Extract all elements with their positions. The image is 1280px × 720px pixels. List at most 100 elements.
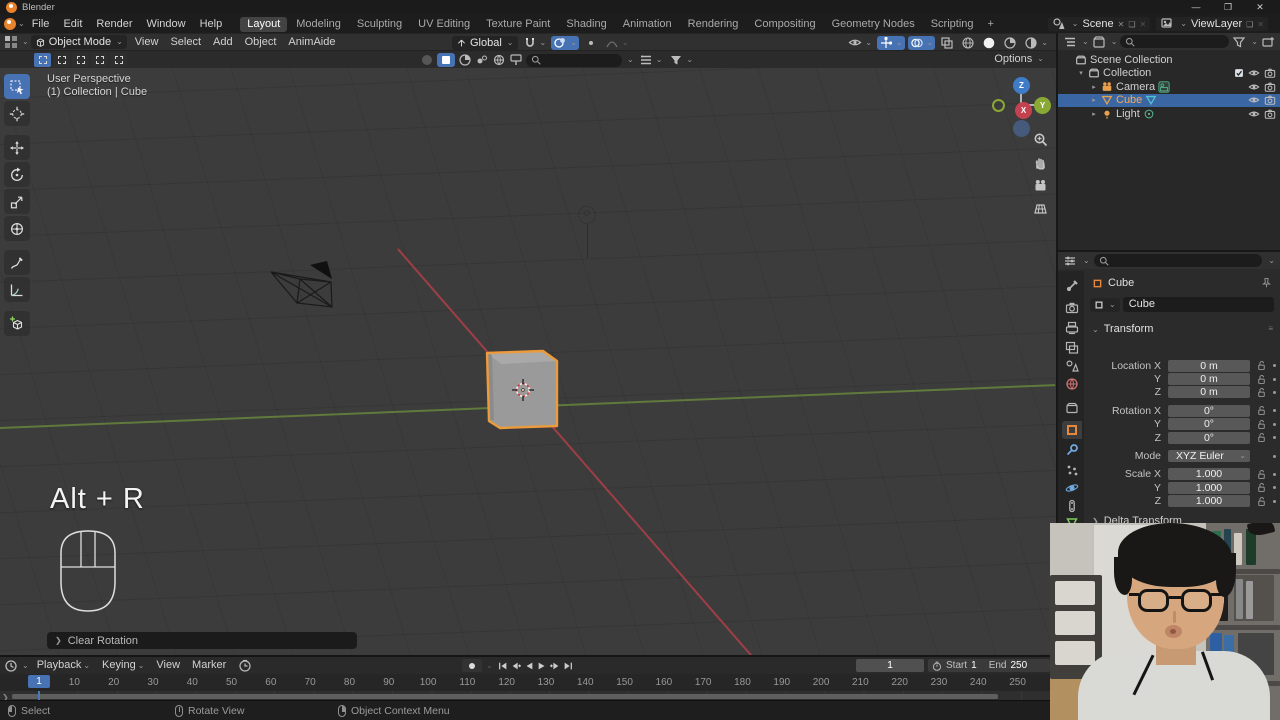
gizmos-toggle[interactable]: ⌄ (877, 36, 905, 50)
outliner-row-scene-collection[interactable]: Scene Collection (1058, 53, 1280, 67)
properties-tab-physics[interactable] (1062, 479, 1082, 497)
render-cam-icon[interactable] (1264, 108, 1276, 120)
navigation-gizmo[interactable]: Z Y X (992, 76, 1054, 138)
properties-tab-collection[interactable] (1062, 399, 1082, 417)
eye-icon[interactable] (1248, 94, 1260, 106)
eye-icon[interactable] (1248, 108, 1260, 120)
tool-annotate[interactable] (4, 250, 30, 275)
camera-object[interactable] (252, 248, 347, 318)
copy-viewlayer-icon[interactable]: ❏ (1246, 20, 1253, 29)
outliner-display-mode-icon[interactable] (1063, 35, 1077, 49)
unlink-scene-icon[interactable]: ✕ (1140, 20, 1147, 29)
section-grip-icon[interactable]: ≡ (1268, 324, 1274, 333)
close-icon[interactable]: ✕ (1244, 0, 1276, 15)
timeline-menu-playback[interactable]: Playback⌄ (31, 657, 96, 674)
snap-with-dropdown[interactable]: ⌄ (551, 36, 579, 50)
menu-render[interactable]: Render (89, 15, 139, 33)
workspace-tab-layout[interactable]: Layout (240, 17, 287, 32)
snap-toggle[interactable]: ⌄ (521, 36, 549, 50)
lock-icon[interactable] (1254, 482, 1268, 493)
outliner-funnel-icon[interactable] (1232, 35, 1246, 49)
nav-pan-button[interactable] (1031, 153, 1049, 171)
tool-scale[interactable] (4, 189, 30, 214)
menu-help[interactable]: Help (193, 15, 230, 33)
tool-measure[interactable] (4, 277, 30, 302)
workspace-tab-texture-paint[interactable]: Texture Paint (479, 17, 557, 32)
animate-dot-icon[interactable] (1273, 486, 1276, 489)
operator-panel[interactable]: ❯Clear Rotation (47, 632, 357, 649)
prop-field-scale-x[interactable]: 1.000 (1168, 468, 1250, 480)
outliner-filter-collection-icon[interactable] (1092, 35, 1106, 49)
xray-toggle[interactable] (938, 36, 956, 50)
animate-dot-icon[interactable] (1273, 436, 1276, 439)
expander-icon[interactable]: ▸ (1090, 110, 1098, 118)
properties-editor-icon[interactable] (1063, 254, 1077, 268)
search-chevron-icon[interactable]: ⌄ (627, 56, 634, 64)
material-preview-icon[interactable] (458, 53, 472, 67)
mode-dropdown[interactable]: Object Mode⌄ (31, 35, 127, 49)
pin-id-icon[interactable] (1261, 277, 1272, 288)
prop-field-z[interactable]: 0 m (1168, 386, 1250, 398)
remove-viewlayer-icon[interactable]: ✕ (1257, 20, 1264, 29)
paint-icon[interactable] (509, 53, 523, 67)
eye-icon[interactable] (1248, 67, 1260, 79)
next-keyframe-button[interactable] (549, 659, 561, 672)
prop-field-z[interactable]: 1.000 (1168, 495, 1250, 507)
tool-transform[interactable] (4, 216, 30, 241)
outliner-search-input[interactable] (1120, 35, 1229, 48)
animate-dot-icon[interactable] (1273, 409, 1276, 412)
add-workspace-button[interactable]: + (982, 18, 1000, 30)
tool-cursor[interactable] (4, 101, 30, 126)
menu-window[interactable]: Window (139, 15, 192, 33)
animate-dot-icon[interactable] (1273, 500, 1276, 503)
prop-field-y[interactable]: 0 m (1168, 373, 1250, 385)
lock-icon[interactable] (1254, 405, 1268, 416)
properties-tab-world[interactable] (1062, 375, 1082, 393)
select-mode-extend[interactable] (53, 53, 70, 67)
select-mode-invert[interactable] (91, 53, 108, 67)
minimize-icon[interactable]: — (1180, 0, 1212, 15)
jump-to-end-button[interactable] (562, 659, 574, 672)
shading-solid-button[interactable] (980, 36, 998, 50)
properties-tab-object[interactable] (1062, 421, 1082, 439)
properties-tab-modifiers[interactable] (1062, 441, 1082, 459)
timeline-menu-view[interactable]: View (150, 657, 186, 674)
new-collection-icon[interactable] (1261, 35, 1275, 49)
blender-menu-icon[interactable] (4, 18, 16, 30)
viewlayer-selector[interactable]: ⌄ViewLayer❏✕ (1156, 17, 1268, 31)
sync-icon[interactable] (238, 659, 252, 673)
prop-field-y[interactable]: 0° (1168, 418, 1250, 430)
nav-perspective-toggle-button[interactable] (1031, 199, 1049, 217)
animate-dot-icon[interactable] (1273, 473, 1276, 476)
expander-icon[interactable]: ▾ (1077, 69, 1085, 77)
solid-display-button[interactable] (437, 53, 455, 67)
select-mode-subtract[interactable] (72, 53, 89, 67)
properties-tab-view-layer[interactable] (1062, 339, 1082, 357)
expander-icon[interactable]: ▸ (1090, 83, 1098, 91)
properties-tab-render[interactable] (1062, 299, 1082, 317)
copy-scene-icon[interactable]: ❏ (1128, 20, 1135, 29)
viewport-menu-add[interactable]: Add (207, 34, 239, 51)
nav-camera-view-button[interactable] (1031, 176, 1049, 194)
prop-field-y[interactable]: 1.000 (1168, 482, 1250, 494)
select-mode-intersect[interactable] (110, 53, 127, 67)
end-value[interactable]: 250 (1010, 660, 1027, 671)
transform-section-header[interactable]: ⌄Transform (1092, 323, 1153, 335)
animate-dot-icon[interactable] (1273, 378, 1276, 381)
workspace-tab-rendering[interactable]: Rendering (681, 17, 746, 32)
outliner-row-light[interactable]: ▸Light (1058, 107, 1280, 121)
viewport-menu-view[interactable]: View (129, 34, 165, 51)
prop-field-location-x[interactable]: 0 m (1168, 360, 1250, 372)
workspace-tab-uv-editing[interactable]: UV Editing (411, 17, 477, 32)
timeline-menu-keying[interactable]: Keying⌄ (96, 657, 150, 674)
expander-icon[interactable]: ▸ (1090, 96, 1098, 104)
gizmo-y-ball[interactable]: Y (1034, 97, 1051, 114)
lock-icon[interactable] (1254, 469, 1268, 480)
render-cam-icon[interactable] (1264, 94, 1276, 106)
lock-icon[interactable] (1254, 387, 1268, 398)
gizmo-neg-x-ball[interactable] (992, 99, 1005, 112)
sphere-icon[interactable] (420, 53, 434, 67)
timeline-menu-marker[interactable]: Marker (186, 657, 232, 674)
workspace-tab-sculpting[interactable]: Sculpting (350, 17, 409, 32)
texture-icon[interactable] (475, 53, 489, 67)
